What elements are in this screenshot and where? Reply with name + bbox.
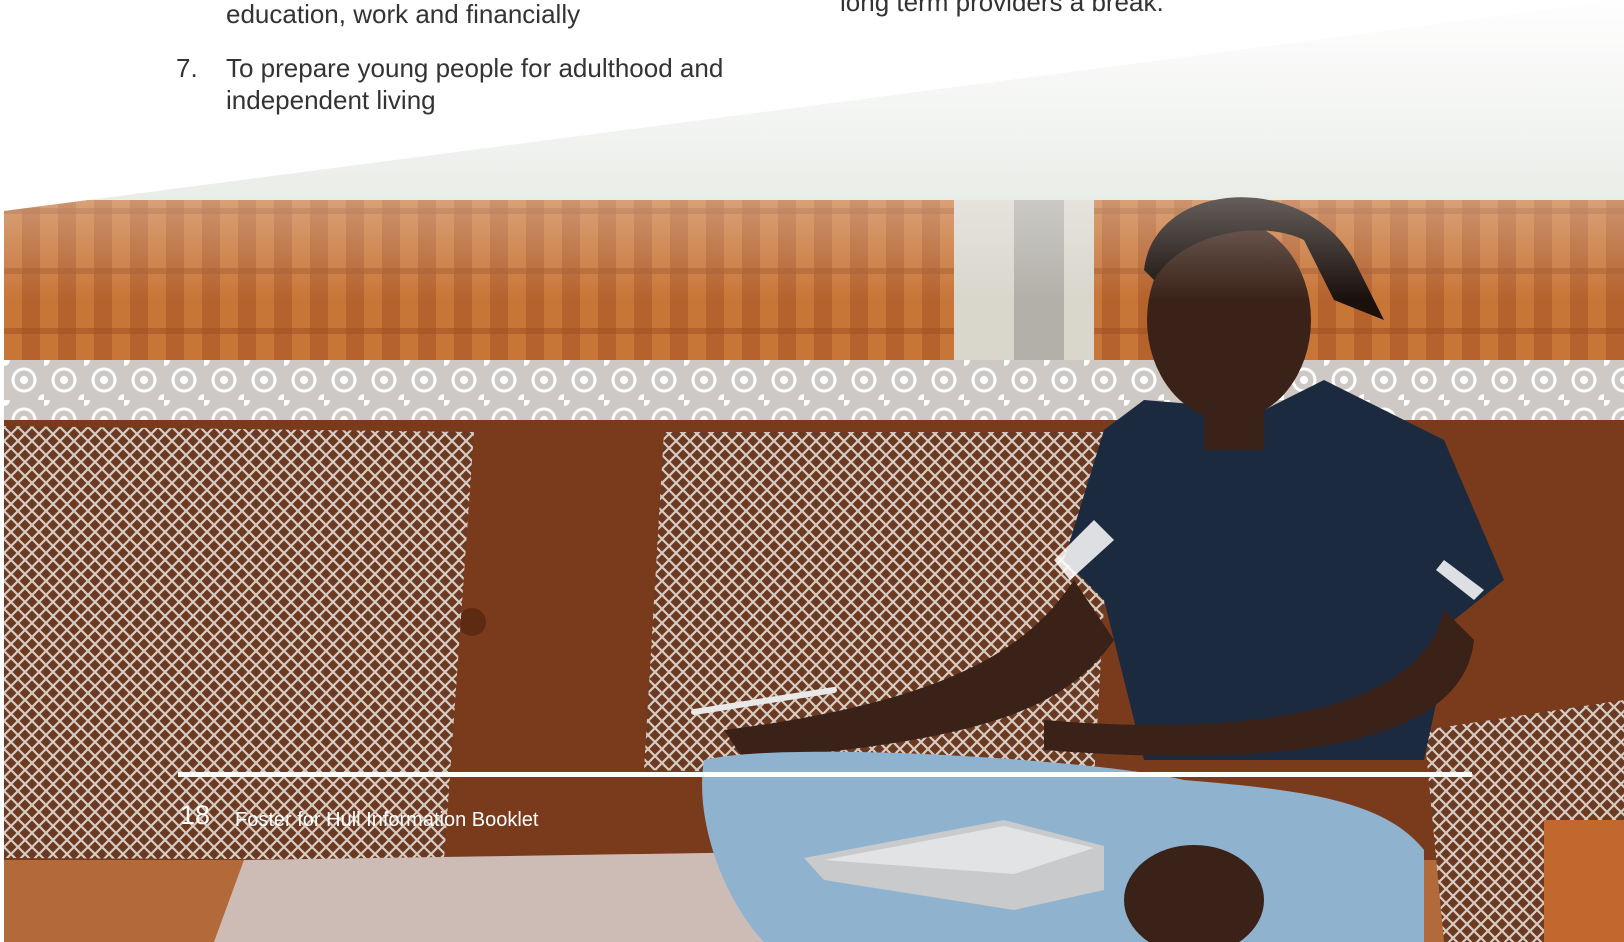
page-number: 18 <box>180 800 211 830</box>
list-item-text: To prepare young people for adulthood an… <box>226 53 724 115</box>
footer-title: Foster for Hull Information Booklet <box>235 809 539 831</box>
photo-young-person-on-sofa <box>4 0 1624 942</box>
list-item-number: 7. <box>176 53 198 83</box>
footer-rule <box>178 772 1472 777</box>
right-column-continuation: long term providers a break. <box>840 0 1164 17</box>
list-item-continuation: education, work and financially <box>226 0 581 29</box>
document-page: education, work and financially 7. To pr… <box>0 0 1624 942</box>
